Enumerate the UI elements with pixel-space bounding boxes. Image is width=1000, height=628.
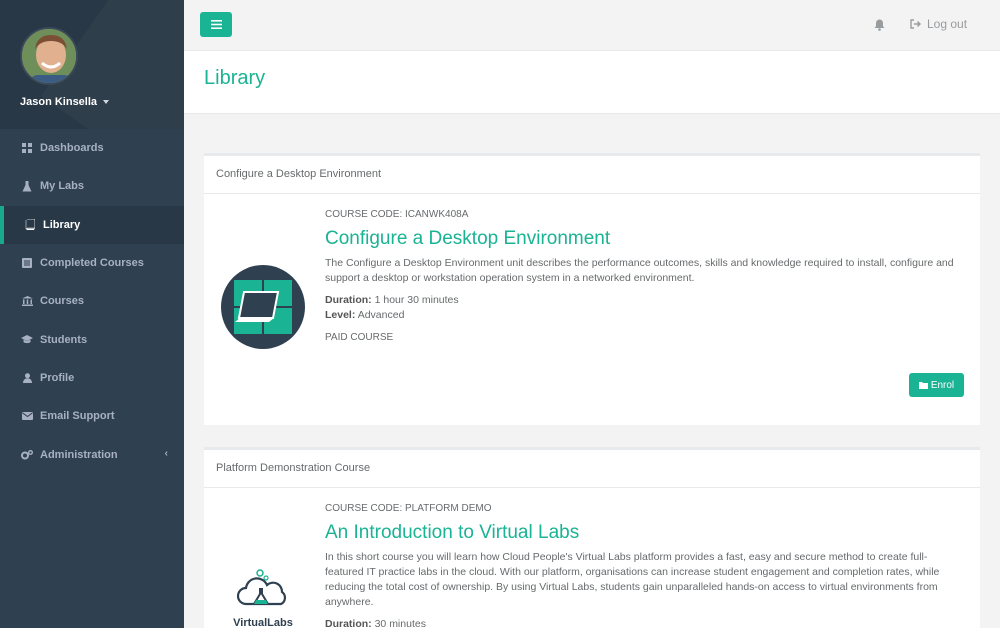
sidebar: Jason Kinsella Dashboards My Labs Librar… — [0, 0, 184, 628]
card-title: Configure a Desktop Environment — [204, 156, 980, 194]
sidebar-item-label: My Labs — [40, 180, 85, 193]
flask-icon — [21, 180, 33, 192]
user-icon — [21, 372, 33, 384]
graduation-cap-icon — [21, 334, 33, 346]
course-meta: Duration: 30 minutes — [325, 617, 965, 628]
virtual-labs-logo: VirtualLabs — [220, 568, 306, 628]
sidebar-item-label: Profile — [40, 371, 75, 384]
duration-label: Duration: — [325, 618, 372, 628]
bank-icon — [21, 295, 33, 307]
page-heading: Library — [184, 51, 1000, 114]
sidebar-item-label: Courses — [40, 295, 85, 308]
course-info: COURSE CODE: PLATFORM DEMO An Introducti… — [325, 503, 965, 628]
top-navbar: Log out — [184, 0, 1000, 51]
sidebar-item-label: Students — [40, 333, 88, 346]
sidebar-item-administration[interactable]: Administration ‹ — [0, 435, 184, 473]
course-info: COURSE CODE: ICANWK408A Configure a Desk… — [325, 209, 965, 343]
grid-icon — [21, 142, 33, 154]
logo-text: VirtualLabs — [233, 617, 293, 628]
avatar[interactable] — [20, 27, 78, 85]
course-card: Platform Demonstration Course VirtualLab… — [204, 447, 980, 628]
duration-value: 1 hour 30 minutes — [374, 294, 459, 306]
gears-icon — [21, 449, 33, 461]
user-name: Jason Kinsella — [20, 96, 98, 108]
course-name-link[interactable]: Configure a Desktop Environment — [325, 228, 965, 250]
sidebar-item-my-labs[interactable]: My Labs — [0, 167, 184, 205]
sidebar-nav: Dashboards My Labs Library Completed Cou… — [0, 129, 184, 474]
sign-out-icon — [910, 19, 921, 29]
enrol-label: Enrol — [930, 379, 955, 391]
profile-section: Jason Kinsella — [0, 0, 184, 129]
sidebar-item-label: Administration — [40, 448, 118, 461]
user-menu[interactable]: Jason Kinsella — [20, 96, 184, 108]
course-name-link[interactable]: An Introduction to Virtual Labs — [325, 522, 965, 544]
sidebar-item-label: Dashboards — [40, 142, 104, 155]
caret-down-icon — [103, 100, 110, 104]
sidebar-item-label: Completed Courses — [40, 257, 144, 270]
level-value: Advanced — [357, 309, 405, 321]
chevron-left-icon: ‹ — [164, 448, 168, 460]
level-label: Level: — [325, 309, 356, 321]
logout-label: Log out — [927, 17, 968, 31]
course-description: The Configure a Desktop Environment unit… — [325, 257, 954, 284]
course-description: In this short course you will learn how … — [325, 551, 940, 608]
hamburger-icon — [210, 20, 222, 29]
card-title: Platform Demonstration Course — [204, 450, 980, 488]
cloud-flask-icon — [236, 569, 287, 606]
price-label: PAID COURSE — [325, 332, 394, 343]
list-icon — [21, 257, 33, 269]
sidebar-item-library[interactable]: Library — [0, 205, 184, 244]
menu-toggle-button[interactable] — [200, 12, 232, 37]
logout-link[interactable]: Log out — [910, 17, 967, 31]
sidebar-item-courses[interactable]: Courses — [0, 282, 184, 320]
envelope-icon — [21, 410, 33, 422]
sidebar-item-students[interactable]: Students — [0, 320, 184, 358]
sidebar-item-label: Email Support — [40, 410, 115, 423]
sidebar-item-profile[interactable]: Profile — [0, 359, 184, 397]
folder-icon — [918, 382, 928, 389]
course-meta: Duration: 1 hour 30 minutes Level: Advan… — [325, 293, 965, 323]
page-title: Library — [204, 67, 266, 89]
sidebar-item-completed-courses[interactable]: Completed Courses — [0, 244, 184, 282]
enrol-button[interactable]: Enrol — [909, 373, 964, 397]
course-code: COURSE CODE: ICANWK408A — [325, 209, 469, 220]
book-icon — [24, 219, 36, 231]
course-code: COURSE CODE: PLATFORM DEMO — [325, 503, 492, 514]
duration-label: Duration: — [325, 294, 372, 306]
notifications-bell-icon[interactable] — [874, 18, 885, 36]
desktop-environment-image — [220, 264, 306, 350]
sidebar-item-dashboards[interactable]: Dashboards — [0, 129, 184, 167]
sidebar-item-label: Library — [43, 218, 81, 231]
duration-value: 30 minutes — [374, 618, 426, 628]
course-card: Configure a Desktop Environment COURSE C… — [204, 153, 980, 425]
sidebar-item-email-support[interactable]: Email Support — [0, 397, 184, 435]
